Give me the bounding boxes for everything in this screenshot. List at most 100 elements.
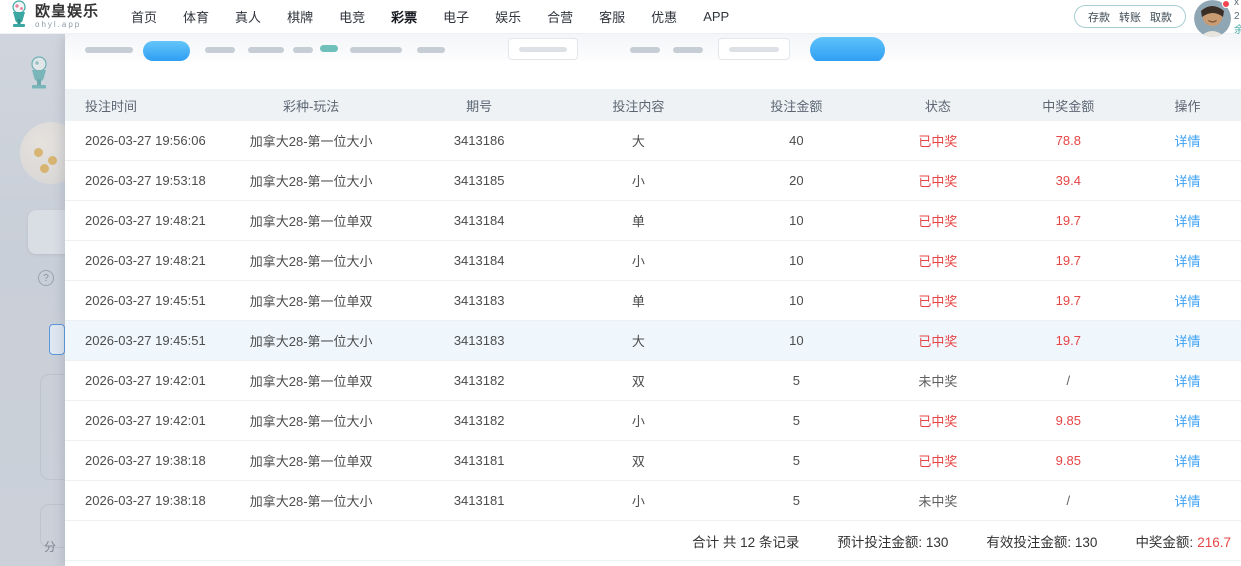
game-type-cell: 加拿大28-第一位大小 (221, 131, 401, 150)
header-cell-5: 状态 (873, 96, 1002, 115)
nav-item-3[interactable]: 棋牌 (281, 3, 319, 30)
date-input-clipped[interactable] (508, 38, 578, 60)
bet-time-cell: 2026-03-27 19:48:21 (65, 213, 221, 228)
filter-bar-clipped (65, 34, 1241, 61)
status-cell: 已中奖 (873, 291, 1002, 310)
nav-item-2[interactable]: 真人 (229, 3, 267, 30)
detail-link[interactable]: 详情 (1175, 214, 1201, 229)
issue-cell: 3413185 (401, 173, 557, 188)
action-cell: 详情 (1134, 211, 1241, 230)
detail-link[interactable]: 详情 (1175, 414, 1201, 429)
action-cell: 详情 (1134, 331, 1241, 350)
nav-item-11[interactable]: APP (697, 5, 735, 28)
detail-link[interactable]: 详情 (1175, 334, 1201, 349)
bg-card (28, 210, 65, 254)
detail-link[interactable]: 详情 (1175, 374, 1201, 389)
wallet-action-1[interactable]: 转账 (1119, 9, 1141, 25)
nav-item-10[interactable]: 优惠 (645, 3, 683, 30)
bg-panel-outline (40, 374, 65, 480)
filter-fragment (205, 47, 235, 53)
win-amount-cell: 19.7 (1003, 253, 1135, 268)
action-cell: 详情 (1134, 131, 1241, 150)
nav-item-8[interactable]: 合营 (541, 3, 579, 30)
table-row: 2026-03-27 19:53:18加拿大28-第一位大小3413185小20… (65, 161, 1241, 201)
action-cell: 详情 (1134, 251, 1241, 270)
issue-cell: 3413182 (401, 413, 557, 428)
nav-item-4[interactable]: 电竞 (333, 3, 371, 30)
table-row: 2026-03-27 19:38:18加拿大28-第一位单双3413181双5已… (65, 441, 1241, 481)
wallet-action-2[interactable]: 取款 (1150, 9, 1172, 25)
bet-amount-cell: 40 (719, 133, 873, 148)
detail-link[interactable]: 详情 (1175, 494, 1201, 509)
nav-item-7[interactable]: 娱乐 (489, 3, 527, 30)
action-cell: 详情 (1134, 371, 1241, 390)
bg-lottery-ball (20, 122, 65, 184)
issue-cell: 3413184 (401, 213, 557, 228)
table-row: 2026-03-27 19:42:01加拿大28-第一位大小3413182小5已… (65, 401, 1241, 441)
win-amount-cell: 9.85 (1003, 453, 1135, 468)
user-avatar[interactable] (1194, 0, 1231, 37)
select-input-clipped[interactable] (718, 38, 790, 60)
brand-domain: ohyl.app (35, 21, 99, 29)
header-cell-7: 操作 (1134, 96, 1241, 115)
game-type-cell: 加拿大28-第一位单双 (221, 451, 401, 470)
detail-link[interactable]: 详情 (1175, 174, 1201, 189)
game-type-cell: 加拿大28-第一位单双 (221, 371, 401, 390)
nav-item-5[interactable]: 彩票 (385, 3, 423, 30)
bet-time-cell: 2026-03-27 19:42:01 (65, 373, 221, 388)
status-cell: 已中奖 (873, 411, 1002, 430)
notification-dot (1222, 0, 1230, 8)
wallet-actions-pill: 存款转账取款 (1074, 5, 1186, 28)
win-amount-cell: / (1003, 373, 1135, 388)
action-cell: 详情 (1134, 491, 1241, 510)
query-button-clipped[interactable] (810, 37, 885, 61)
filter-fragment (350, 47, 402, 53)
game-type-cell: 加拿大28-第一位大小 (221, 251, 401, 270)
wallet-action-0[interactable]: 存款 (1088, 9, 1110, 25)
issue-cell: 3413186 (401, 133, 557, 148)
detail-link[interactable]: 详情 (1175, 254, 1201, 269)
bet-content-cell: 小 (557, 411, 719, 430)
summary-win-amount: 中奖金额:216.7 (1135, 531, 1231, 551)
filter-teal-indicator (320, 45, 338, 52)
game-type-cell: 加拿大28-第一位大小 (221, 491, 401, 510)
table-row: 2026-03-27 19:56:06加拿大28-第一位大小3413186大40… (65, 121, 1241, 161)
detail-link[interactable]: 详情 (1175, 454, 1201, 469)
action-cell: 详情 (1134, 171, 1241, 190)
bet-time-cell: 2026-03-27 19:48:21 (65, 253, 221, 268)
game-type-cell: 加拿大28-第一位单双 (221, 211, 401, 230)
win-amount-cell: / (1003, 493, 1135, 508)
bet-amount-cell: 10 (719, 293, 873, 308)
action-cell: 详情 (1134, 291, 1241, 310)
bet-amount-cell: 5 (719, 493, 873, 508)
table-row: 2026-03-27 19:48:21加拿大28-第一位大小3413184小10… (65, 241, 1241, 281)
nav-item-9[interactable]: 客服 (593, 3, 631, 30)
main-nav-menu: 首页体育真人棋牌电竞彩票电子娱乐合营客服优惠 APP (125, 3, 735, 30)
header-cell-4: 投注金额 (719, 96, 873, 115)
header-cell-0: 投注时间 (65, 96, 221, 115)
status-cell: 未中奖 (873, 371, 1002, 390)
bet-content-cell: 小 (557, 171, 719, 190)
bet-records-panel: 投注时间彩种-玩法期号投注内容投注金额状态中奖金额操作 2026-03-27 1… (65, 34, 1241, 566)
status-cell: 已中奖 (873, 211, 1002, 230)
status-cell: 已中奖 (873, 171, 1002, 190)
bet-amount-cell: 10 (719, 213, 873, 228)
detail-link[interactable]: 详情 (1175, 294, 1201, 309)
filter-fragment (248, 47, 284, 53)
bet-content-cell: 双 (557, 371, 719, 390)
summary-expected-amount: 预计投注金额: 130 (837, 531, 948, 551)
detail-link[interactable]: 详情 (1175, 134, 1201, 149)
status-cell: 已中奖 (873, 451, 1002, 470)
bet-time-cell: 2026-03-27 19:56:06 (65, 133, 221, 148)
nav-item-0[interactable]: 首页 (125, 3, 163, 30)
game-type-cell: 加拿大28-第一位大小 (221, 331, 401, 350)
game-type-cell: 加拿大28-第一位大小 (221, 171, 401, 190)
header-cell-6: 中奖金额 (1003, 96, 1135, 115)
header-cell-2: 期号 (401, 96, 557, 115)
brand-logo[interactable]: 欧皇娱乐 ohyl.app (8, 0, 99, 33)
nav-item-1[interactable]: 体育 (177, 3, 215, 30)
active-filter-tab-clipped[interactable] (143, 41, 190, 61)
bet-amount-cell: 10 (719, 333, 873, 348)
nav-item-6[interactable]: 电子 (437, 3, 475, 30)
bet-time-cell: 2026-03-27 19:42:01 (65, 413, 221, 428)
